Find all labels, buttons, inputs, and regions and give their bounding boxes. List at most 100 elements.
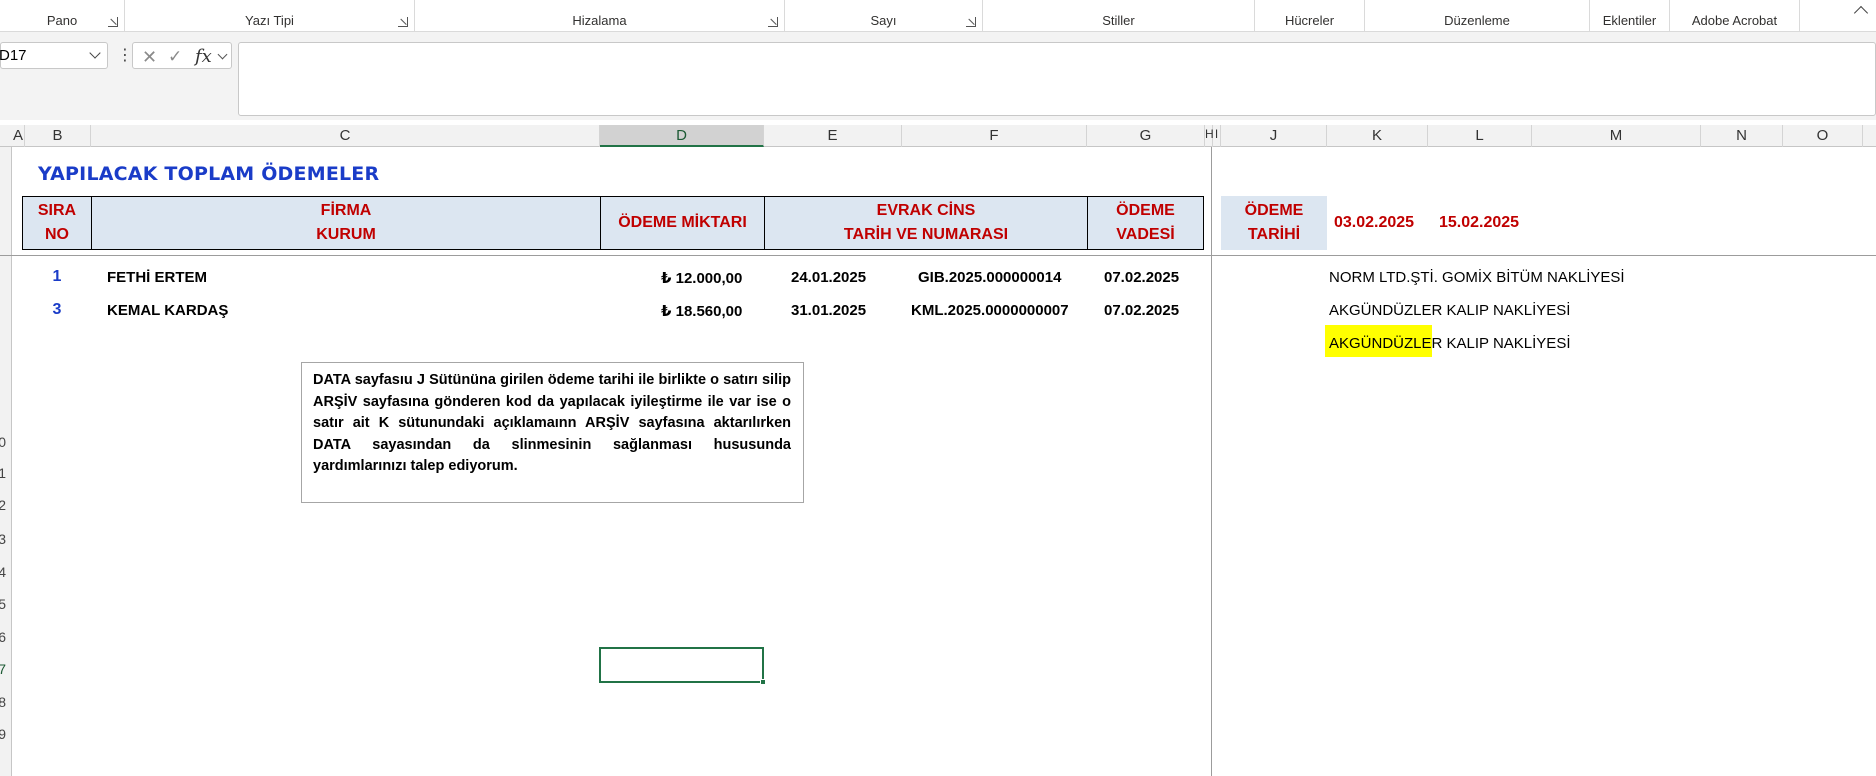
more-options-icon[interactable]: ⋮: [117, 45, 133, 65]
cell-evrak-no[interactable]: KML.2025.0000000007: [911, 302, 1069, 319]
column-header-i[interactable]: I: [1213, 125, 1221, 147]
ribbon-group-editing: Düzenleme: [1365, 0, 1590, 32]
ribbon-collapse-icon[interactable]: [1853, 5, 1869, 21]
cell-note[interactable]: AKGÜNDÜZLER KALIP NAKLİYESİ: [1329, 302, 1570, 319]
chevron-down-icon[interactable]: [89, 47, 101, 59]
column-header-l[interactable]: L: [1428, 125, 1532, 147]
column-header-d[interactable]: D: [600, 125, 764, 147]
comment-text-box[interactable]: DATA sayfasıu J Sütününa girilen ödeme t…: [301, 362, 804, 503]
header-text: EVRAK CİNS: [876, 202, 976, 219]
ribbon-group-label: Sayı: [870, 13, 897, 28]
header-firma-kurum[interactable]: FİRMA KURUM: [91, 196, 601, 250]
column-header-k[interactable]: K: [1327, 125, 1428, 147]
ribbon-group-label: Pano: [46, 13, 78, 28]
header-text: NO: [45, 226, 69, 243]
ribbon-group-label: Hizalama: [572, 13, 627, 28]
cell-miktar[interactable]: ₺ 18.560,00: [661, 302, 742, 320]
header-sira-no[interactable]: SIRA NO: [22, 196, 92, 250]
ribbon-group-label: Adobe Acrobat: [1691, 13, 1778, 28]
ribbon-group-number: Sayı: [785, 0, 983, 32]
header-text: ÖDEME: [1116, 202, 1175, 219]
row-header[interactable]: 9: [0, 726, 6, 742]
header-text: FİRMA: [320, 202, 372, 219]
row-header[interactable]: 6: [0, 629, 6, 645]
sheet-title: YAPILACAK TOPLAM ÖDEMELER: [38, 163, 380, 185]
column-header-j[interactable]: J: [1221, 125, 1327, 147]
cell-firma[interactable]: KEMAL KARDAŞ: [107, 302, 228, 319]
chevron-down-icon[interactable]: [217, 49, 228, 60]
ribbon-group-clipboard: Pano: [0, 0, 125, 32]
label-text: TARİHİ: [1247, 226, 1301, 243]
row-header[interactable]: 5: [0, 596, 6, 612]
cell-evrak-no[interactable]: GIB.2025.000000014: [918, 269, 1061, 286]
header-text: ÖDEME MİKTARI: [618, 214, 747, 231]
cell-firma[interactable]: FETHİ ERTEM: [107, 269, 207, 286]
cell-miktar[interactable]: ₺ 12.000,00: [661, 269, 742, 287]
row-header[interactable]: 2: [0, 497, 6, 513]
highlighted-text: AKGÜNDÜZLE: [1325, 325, 1432, 357]
ribbon-group-label: Düzenleme: [1444, 13, 1510, 28]
header-text: TARİH VE NUMARASI: [843, 226, 1009, 243]
ribbon-group-label: Yazı Tipi: [245, 13, 294, 28]
name-box-value: D17: [0, 47, 27, 64]
formula-input[interactable]: [238, 42, 1876, 116]
cell-note[interactable]: NORM LTD.ŞTİ. GOMİX BİTÜM NAKLİYESİ: [1329, 269, 1625, 286]
column-header-o[interactable]: O: [1783, 125, 1863, 147]
dialog-launcher-icon[interactable]: [398, 17, 408, 27]
row-header[interactable]: 8: [0, 694, 6, 710]
odeme-tarihi-end[interactable]: 15.02.2025: [1439, 214, 1519, 232]
header-evrak[interactable]: EVRAK CİNS TARİH VE NUMARASI: [764, 196, 1088, 250]
name-box[interactable]: D17: [0, 42, 108, 69]
row-header[interactable]: 3: [0, 531, 6, 547]
dialog-launcher-icon[interactable]: [108, 17, 118, 27]
column-header-n[interactable]: N: [1701, 125, 1783, 147]
formula-bar: D17 ⋮ ✕ ✓ fx: [0, 32, 1876, 120]
cell-tarih[interactable]: 24.01.2025: [791, 269, 866, 286]
cell-tarih[interactable]: 31.01.2025: [791, 302, 866, 319]
column-header-c[interactable]: C: [91, 125, 600, 147]
fill-handle[interactable]: [760, 679, 766, 685]
header-odeme-vadesi[interactable]: ÖDEME VADESİ: [1087, 196, 1204, 250]
column-header-a[interactable]: A: [12, 125, 25, 147]
column-header-h[interactable]: H: [1205, 125, 1214, 147]
dialog-launcher-icon[interactable]: [768, 17, 778, 27]
cell-sira-no[interactable]: 3: [42, 301, 72, 319]
ribbon-group-addins: Eklentiler: [1590, 0, 1670, 32]
cell-vade[interactable]: 07.02.2025: [1104, 269, 1179, 286]
freeze-pane-vertical: [1211, 147, 1212, 776]
label-text: ÖDEME: [1244, 202, 1304, 219]
ribbon-group-adobe: Adobe Acrobat: [1670, 0, 1800, 32]
ribbon-group-label: Eklentiler: [1602, 13, 1657, 28]
note-rest: R KALIP NAKLİYESİ: [1431, 335, 1571, 352]
confirm-icon[interactable]: ✓: [168, 47, 182, 67]
column-header-g[interactable]: G: [1087, 125, 1205, 147]
row-header[interactable]: 0: [0, 434, 6, 450]
row-header[interactable]: 4: [0, 564, 6, 580]
ribbon-group-label: Stiller: [1102, 13, 1135, 28]
header-text: KURUM: [316, 226, 376, 243]
formula-controls: ✕ ✓ fx: [132, 42, 232, 69]
insert-function-button[interactable]: fx: [195, 46, 212, 67]
cell-sira-no[interactable]: 1: [42, 268, 72, 286]
column-header-e[interactable]: E: [764, 125, 902, 147]
dialog-launcher-icon[interactable]: [966, 17, 976, 27]
ribbon-group-font: Yazı Tipi: [125, 0, 415, 32]
odeme-tarihi-label[interactable]: ÖDEME TARİHİ: [1221, 196, 1327, 250]
row-header[interactable]: 1: [0, 465, 6, 481]
ribbon-group-styles: Stiller: [983, 0, 1255, 32]
cancel-icon[interactable]: ✕: [142, 47, 157, 68]
ribbon-group-label: Hücreler: [1284, 13, 1335, 28]
cell-note[interactable]: AKGÜNDÜZLER KALIP NAKLİYESİ: [1325, 325, 1571, 357]
column-header-f[interactable]: F: [902, 125, 1087, 147]
active-cell-d17[interactable]: [599, 647, 766, 685]
ribbon-group-cells: Hücreler: [1255, 0, 1365, 32]
row-headers: 0 1 2 3 4 5 6 7 8 9: [0, 147, 12, 776]
header-text: VADESİ: [1116, 226, 1175, 243]
odeme-tarihi-start[interactable]: 03.02.2025: [1334, 214, 1414, 232]
header-odeme-miktari[interactable]: ÖDEME MİKTARI: [600, 196, 765, 250]
row-header[interactable]: 7: [0, 661, 6, 677]
column-header-m[interactable]: M: [1532, 125, 1701, 147]
column-headers: A B C D E F G H I J K L M N O: [0, 125, 1876, 147]
cell-vade[interactable]: 07.02.2025: [1104, 302, 1179, 319]
column-header-b[interactable]: B: [25, 125, 91, 147]
